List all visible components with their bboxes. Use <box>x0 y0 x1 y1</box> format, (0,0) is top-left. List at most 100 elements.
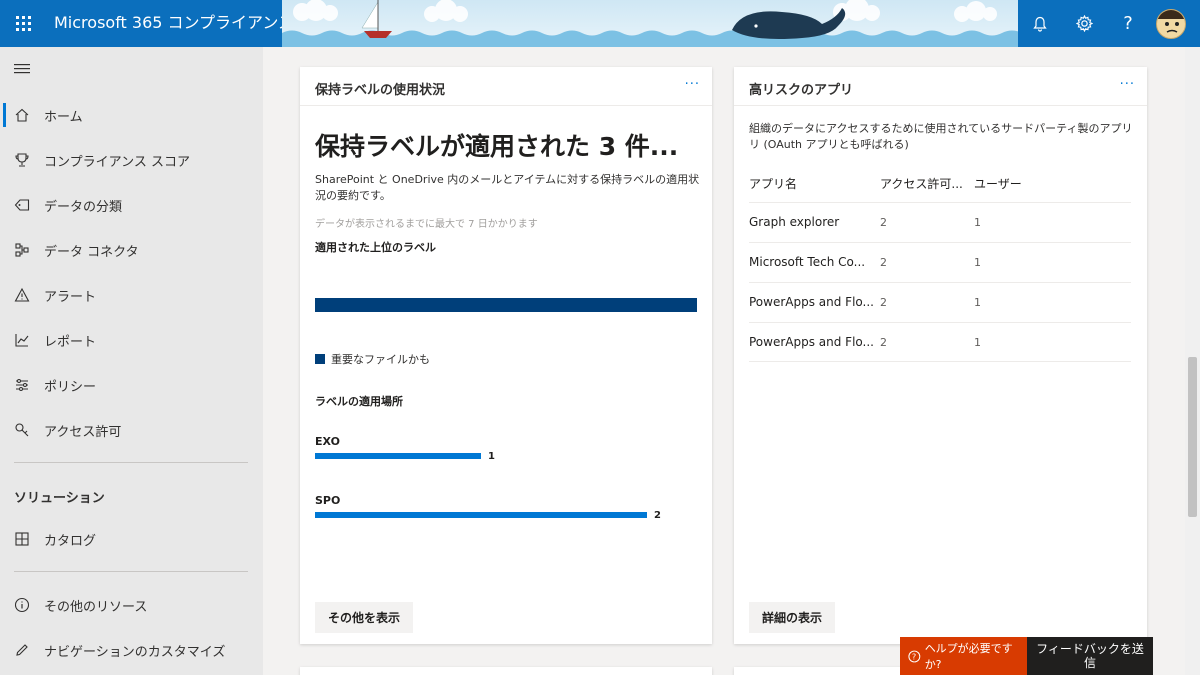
table-row[interactable]: PowerApps and Flo... 2 1 <box>749 322 1131 362</box>
notifications-button[interactable] <box>1018 0 1062 47</box>
location-bar-exo[interactable] <box>315 453 481 459</box>
card-title: 高リスクのアプリ <box>749 83 854 98</box>
warning-icon <box>0 287 44 303</box>
connector-icon <box>0 242 44 258</box>
column-header-users[interactable]: ユーザー <box>974 175 1022 192</box>
sidebar-item-label: データ コネクタ <box>44 244 139 260</box>
top-label-bar[interactable] <box>315 298 697 312</box>
app-launcher-button[interactable] <box>0 0 47 47</box>
app-title[interactable]: Microsoft 365 コンプライアンス <box>54 0 294 47</box>
permissions-cell: 2 <box>880 296 887 309</box>
gear-icon <box>1075 15 1093 32</box>
table-row[interactable]: Microsoft Tech Co... 2 1 <box>749 242 1131 282</box>
user-avatar[interactable] <box>1156 8 1186 39</box>
show-more-button[interactable]: その他を表示 <box>315 602 414 633</box>
sidebar-item-policies[interactable]: ポリシー <box>0 363 263 407</box>
sidebar-item-permissions[interactable]: アクセス許可 <box>0 408 263 452</box>
question-circle-icon: ? <box>908 650 921 662</box>
theme-banner <box>282 0 1018 47</box>
location-bar-spo[interactable] <box>315 512 647 518</box>
permissions-cell: 2 <box>880 216 887 229</box>
card-title: 保持ラベルの使用状況 <box>315 83 446 98</box>
card-description: SharePoint と OneDrive 内のメールとアイテムに対する保持ラベ… <box>315 173 700 202</box>
settings-button[interactable] <box>1062 0 1106 47</box>
sidebar-item-label: アクセス許可 <box>44 424 122 440</box>
card-divider <box>734 105 1147 106</box>
view-details-button[interactable]: 詳細の表示 <box>749 602 836 633</box>
chart-icon <box>0 332 44 348</box>
card-description: 組織のデータにアクセスするために使用されているサードパーティ製のアプリ リ (O… <box>749 122 1133 151</box>
sliders-icon <box>0 377 44 393</box>
sidebar-item-alerts[interactable]: アラート <box>0 273 263 317</box>
waffle-icon <box>15 15 31 31</box>
permissions-cell: 2 <box>880 336 887 349</box>
app-name-cell: PowerApps and Flo... <box>749 295 874 309</box>
more-options-button[interactable]: ··· <box>1120 77 1135 92</box>
sidebar-item-label: データの分類 <box>44 199 123 215</box>
sidebar-item-catalog[interactable]: カタログ <box>0 517 263 561</box>
more-options-button[interactable]: ··· <box>685 77 700 92</box>
page-scrollbar[interactable] <box>1185 47 1200 675</box>
top-header: Microsoft 365 コンプライアンス ? <box>0 0 1200 47</box>
users-cell: 1 <box>974 256 981 269</box>
location-label-exo: EXO <box>315 435 340 448</box>
sidebar-item-home[interactable]: ホーム <box>0 93 263 137</box>
pencil-icon <box>0 642 44 658</box>
table-row[interactable]: PowerApps and Flo... 2 1 <box>749 282 1131 322</box>
location-value-spo: 2 <box>654 510 661 521</box>
sidebar-item-other-resources[interactable]: その他のリソース <box>0 583 263 627</box>
next-card-left <box>300 667 712 675</box>
card-divider <box>300 105 712 106</box>
table-row[interactable]: Graph explorer 2 1 <box>749 202 1131 242</box>
sidebar-item-label: ポリシー <box>44 379 97 395</box>
legend-label: 重要なファイルかも <box>331 353 430 366</box>
send-feedback-button[interactable]: フィードバックを送 信 <box>1027 637 1153 675</box>
app-name-cell: Microsoft Tech Co... <box>749 255 866 269</box>
nav-divider <box>14 462 248 463</box>
sidebar-item-customize-navigation[interactable]: ナビゲーションのカスタマイズ <box>0 628 263 672</box>
sidebar-item-label: ホーム <box>44 109 83 125</box>
data-delay-hint: データが表示されるまでに最大で 7 日かかります <box>315 219 538 230</box>
info-icon <box>0 597 44 613</box>
help-button[interactable]: ? <box>1106 0 1150 47</box>
scrollbar-thumb[interactable] <box>1188 357 1197 517</box>
locations-heading: ラベルの適用場所 <box>315 395 403 408</box>
need-help-button[interactable]: ? ヘルプが必要ですか? <box>900 637 1027 675</box>
tag-icon <box>0 197 44 213</box>
header-actions: ? <box>1018 0 1200 47</box>
top-labels-heading: 適用された上位のラベル <box>315 241 436 254</box>
trophy-icon <box>0 152 44 168</box>
column-header-app-name[interactable]: アプリ名 <box>749 175 797 192</box>
legend-swatch <box>315 354 325 364</box>
users-cell: 1 <box>974 296 981 309</box>
sidebar-item-data-connectors[interactable]: データ コネクタ <box>0 228 263 272</box>
users-cell: 1 <box>974 336 981 349</box>
question-icon: ? <box>1123 13 1133 34</box>
hamburger-icon <box>14 64 30 74</box>
sidebar-item-reports[interactable]: レポート <box>0 318 263 362</box>
chart-legend: 重要なファイルかも <box>315 351 430 367</box>
app-name-cell: PowerApps and Flo... <box>749 335 874 349</box>
sidebar-item-compliance-score[interactable]: コンプライアンス スコア <box>0 138 263 182</box>
svg-text:?: ? <box>912 651 916 661</box>
avatar-face-icon <box>1157 9 1185 33</box>
sidebar-item-label: ナビゲーションのカスタマイズ <box>44 644 226 660</box>
need-help-label: ヘルプが必要ですか? <box>924 642 1013 671</box>
retention-labels-card: 保持ラベルの使用状況 ··· 保持ラベルが適用された 3 件... ShareP… <box>300 67 712 644</box>
bell-icon <box>1033 16 1047 32</box>
left-navigation: ホーム コンプライアンス スコア データの分類 データ コネクタ アラート レポ… <box>0 47 263 675</box>
location-value-exo: 1 <box>488 451 495 462</box>
sidebar-item-label: レポート <box>44 334 97 350</box>
location-label-spo: SPO <box>315 494 341 507</box>
retention-summary-title: 保持ラベルが適用された 3 件... <box>315 132 679 161</box>
home-icon <box>0 107 44 123</box>
sidebar-item-label: コンプライアンス スコア <box>44 154 190 170</box>
nav-section-solutions: ソリューション <box>14 491 105 506</box>
collapse-nav-button[interactable] <box>14 61 32 77</box>
sidebar-item-label: カタログ <box>44 533 97 549</box>
catalog-icon <box>0 531 44 547</box>
whale-theme-illustration <box>282 0 1018 47</box>
sidebar-item-data-classification[interactable]: データの分類 <box>0 183 263 227</box>
column-header-permissions[interactable]: アクセス許可... <box>880 175 963 192</box>
sidebar-item-label: その他のリソース <box>44 599 148 615</box>
